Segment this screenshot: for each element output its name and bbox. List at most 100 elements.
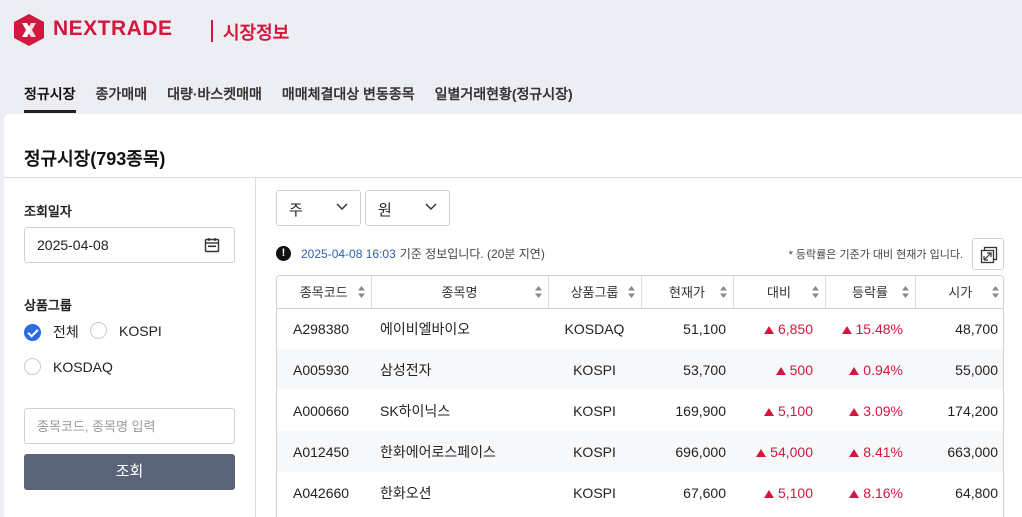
- date-value: 2025-04-08: [37, 237, 109, 253]
- cell-rate: 8.16%: [825, 472, 915, 513]
- chevron-down-icon: [336, 203, 348, 211]
- sort-icon: [534, 286, 542, 298]
- cell-change: 500: [733, 349, 825, 390]
- cell-rate: 8.41%: [825, 431, 915, 472]
- cell-code: A005930: [277, 349, 371, 390]
- cell-rate: 3.09%: [825, 390, 915, 431]
- radio-kospi[interactable]: KOSPI: [90, 322, 162, 339]
- table-row[interactable]: A042660 한화오션 KOSPI 67,600 5,100 8.16% 64…: [277, 472, 1003, 513]
- content-panel: 정규시장(793종목) 조회일자 2025-04-08 상품그룹 전체 KOSP…: [4, 114, 1022, 517]
- cell-group: KOSPI: [573, 484, 616, 501]
- up-arrow-icon: [849, 489, 860, 498]
- table-header-row: 종목코드 종목명 상품그룹 현재가 대비 등락률 시가: [277, 276, 1003, 309]
- header-open[interactable]: 시가: [915, 276, 1003, 309]
- sort-icon: [992, 286, 999, 298]
- sort-icon: [719, 286, 727, 298]
- cell-group: KOSPI: [548, 431, 641, 472]
- cell-name[interactable]: 한화오션: [371, 472, 548, 513]
- cell-group: KOSDAQ: [564, 320, 625, 337]
- cell-name[interactable]: SK하이닉스: [371, 390, 548, 431]
- info-notice: ! 2025-04-08 16:03 기준 정보입니다. (20분 지연): [276, 245, 545, 262]
- cell-price: 51,100: [683, 320, 726, 337]
- cell-change: 5,100: [733, 390, 825, 431]
- unit-currency-select[interactable]: 원: [365, 190, 450, 226]
- radio-checked-icon: [24, 323, 41, 341]
- cell-open: 55,000: [915, 349, 1003, 390]
- brand-subtitle: 시장정보: [223, 23, 290, 43]
- cell-change: 6,850: [733, 308, 825, 349]
- header-change[interactable]: 대비: [733, 276, 826, 309]
- group-label: 상품그룹: [24, 298, 72, 313]
- site-header: NEXTRADE 시장정보: [0, 0, 1022, 60]
- radio-kosdaq-label: KOSDAQ: [53, 358, 113, 375]
- info-icon: !: [276, 246, 291, 261]
- sort-icon: [627, 286, 635, 298]
- sidebar-divider: [255, 178, 256, 517]
- tab-closing-price[interactable]: 종가매매: [96, 84, 148, 114]
- radio-unchecked-icon: [90, 322, 107, 339]
- cell-price: 169,900: [675, 402, 726, 419]
- date-label: 조회일자: [24, 204, 72, 219]
- cell-group: KOSPI: [548, 349, 641, 390]
- logo-divider: [211, 20, 213, 42]
- page-title: 정규시장(793종목): [24, 149, 166, 169]
- radio-all[interactable]: 전체: [24, 322, 79, 342]
- up-arrow-icon: [849, 448, 860, 457]
- unit-shares-value: 주: [289, 202, 303, 219]
- table-row[interactable]: A298380 에이비엘바이오 KOSDAQ 51,100 6,850 15.4…: [277, 308, 1003, 349]
- cell-open: 174,200: [947, 402, 998, 419]
- cell-code: A298380: [293, 320, 350, 337]
- info-date: 2025-04-08 16:03: [301, 246, 396, 261]
- cell-price: 53,700: [641, 349, 733, 390]
- up-arrow-icon: [763, 407, 774, 416]
- radio-unchecked-icon: [24, 358, 41, 375]
- header-group[interactable]: 상품그룹: [548, 276, 642, 309]
- stock-search-input[interactable]: [24, 408, 235, 444]
- table-row[interactable]: A000660 SK하이닉스 KOSPI 169,900 5,100 3.09%…: [277, 390, 1003, 431]
- radio-kosdaq[interactable]: KOSDAQ: [24, 358, 113, 375]
- tab-daily-trading[interactable]: 일별거래현황(정규시장): [435, 84, 573, 114]
- header-code[interactable]: 종목코드: [277, 276, 372, 309]
- tab-block-basket[interactable]: 대량·바스켓매매: [167, 84, 262, 114]
- rate-note: * 등락률은 기준가 대비 현재가 입니다.: [788, 249, 963, 261]
- up-arrow-icon: [849, 407, 860, 416]
- table-row[interactable]: A012450 한화에어로스페이스 KOSPI 696,000 54,000 8…: [277, 431, 1003, 472]
- chevron-down-icon: [425, 203, 437, 211]
- cell-price: 696,000: [641, 431, 733, 472]
- cell-change: 54,000: [733, 431, 825, 472]
- expand-icon: [980, 246, 998, 264]
- up-arrow-icon: [763, 489, 774, 498]
- table-row[interactable]: A005930 삼성전자 KOSPI 53,700 500 0.94% 55,0…: [277, 349, 1003, 390]
- unit-shares-select[interactable]: 주: [276, 190, 361, 226]
- up-arrow-icon: [763, 325, 774, 334]
- cell-open: 48,700: [955, 320, 998, 337]
- brand-logo-text[interactable]: NEXTRADE: [53, 17, 173, 41]
- up-arrow-icon: [849, 366, 860, 375]
- calendar-icon[interactable]: [204, 237, 220, 253]
- cell-name[interactable]: 한화에어로스페이스: [371, 431, 548, 472]
- nextrade-logo-icon[interactable]: [14, 14, 44, 46]
- cell-code: A042660: [293, 484, 350, 501]
- market-tabs: 정규시장 종가매매 대량·바스켓매매 매매체결대상 변동종목 일별거래현황(정규…: [24, 84, 593, 114]
- cell-name[interactable]: 에이비엘바이오: [371, 308, 548, 349]
- date-picker[interactable]: 2025-04-08: [24, 227, 235, 263]
- stock-table: 종목코드 종목명 상품그룹 현재가 대비 등락률 시가 A298380 에이비엘…: [276, 275, 1004, 517]
- tab-changed-stocks[interactable]: 매매체결대상 변동종목: [282, 84, 415, 114]
- radio-all-label: 전체: [53, 324, 79, 340]
- sort-icon: [357, 286, 365, 298]
- radio-kospi-label: KOSPI: [119, 322, 162, 339]
- up-arrow-icon: [841, 325, 852, 334]
- search-button[interactable]: 조회: [24, 454, 235, 490]
- header-rate[interactable]: 등락률: [825, 276, 916, 309]
- unit-currency-value: 원: [378, 202, 392, 219]
- up-arrow-icon: [775, 366, 786, 375]
- cell-name[interactable]: 삼성전자: [371, 349, 548, 390]
- up-arrow-icon: [756, 448, 767, 457]
- header-name[interactable]: 종목명: [371, 276, 549, 309]
- tab-regular-market[interactable]: 정규시장: [24, 84, 76, 114]
- cell-group: KOSPI: [573, 402, 616, 419]
- header-price[interactable]: 현재가: [641, 276, 734, 309]
- cell-code: A012450: [277, 431, 371, 472]
- cell-code: A000660: [293, 402, 350, 419]
- expand-button[interactable]: [972, 238, 1004, 270]
